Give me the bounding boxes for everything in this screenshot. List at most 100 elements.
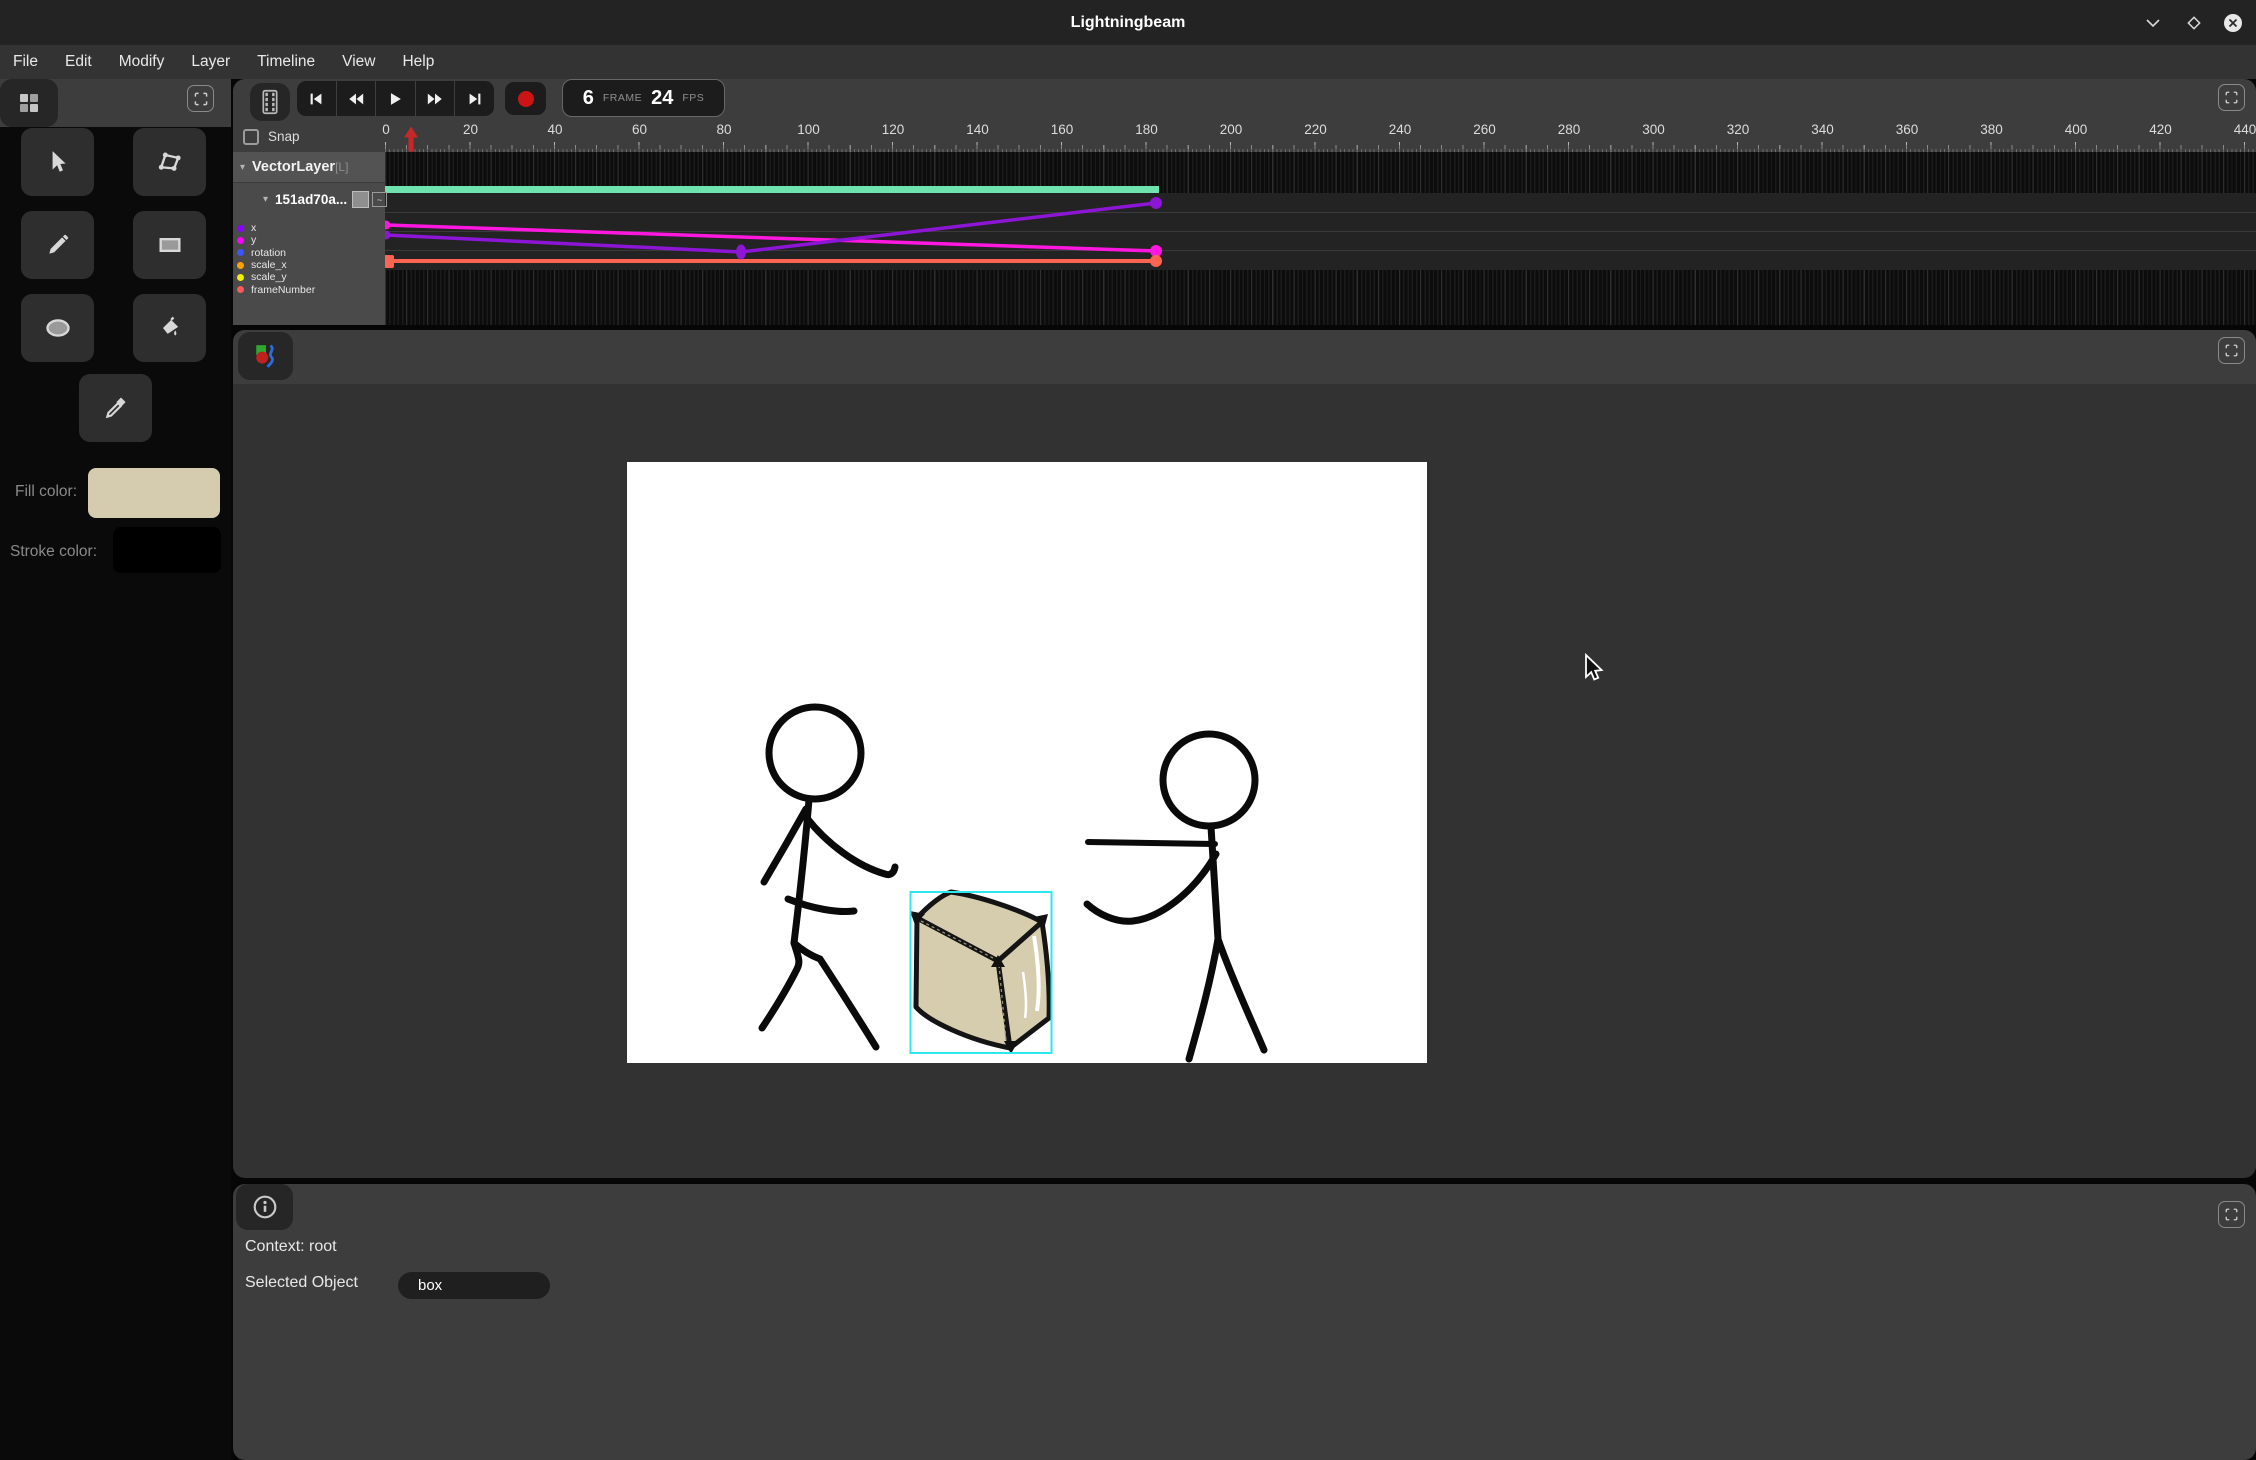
stroke-color-label: Stroke color: — [10, 543, 97, 561]
ruler-tick-label: 280 — [1558, 122, 1581, 137]
menu-modify[interactable]: Modify — [119, 53, 165, 71]
ruler-tick-label: 320 — [1727, 122, 1750, 137]
expand-icon — [2224, 343, 2239, 358]
playhead[interactable] — [401, 125, 421, 153]
inspector-expand-button[interactable] — [2218, 1201, 2245, 1228]
paint-bucket-icon — [156, 314, 184, 342]
stage-mode-button[interactable] — [238, 332, 293, 380]
grid-icon — [17, 91, 41, 115]
context-text: Context: root — [245, 1238, 337, 1256]
frame-fps-control: 6 FRAME 24 FPS — [562, 79, 725, 117]
property-row-x[interactable]: x — [233, 222, 385, 234]
layer-suffix: [L] — [335, 160, 348, 174]
property-name: rotation — [251, 247, 286, 259]
play-button[interactable] — [376, 81, 416, 116]
keyframe-dot[interactable] — [385, 221, 391, 230]
ruler-tick-label: 160 — [1051, 122, 1074, 137]
app-window: Lightningbeam File Edit Modify Layer Tim… — [0, 0, 2256, 1460]
property-color-dot — [237, 262, 244, 269]
stage-expand-button[interactable] — [2218, 337, 2245, 364]
property-row-frameNumber[interactable]: frameNumber — [233, 284, 385, 296]
fast-forward-button[interactable] — [416, 81, 456, 116]
ruler-tick-label: 340 — [1811, 122, 1834, 137]
property-row-scale-x[interactable]: scale_x — [233, 259, 385, 271]
keyframe-dot[interactable] — [385, 231, 391, 240]
skip-start-icon — [307, 90, 325, 108]
collapse-triangle-icon[interactable]: ▾ — [240, 162, 245, 173]
close-button[interactable] — [2219, 9, 2246, 36]
tool-eyedropper[interactable] — [79, 374, 152, 442]
fill-color-swatch[interactable] — [88, 468, 220, 518]
expand-icon — [193, 91, 209, 107]
film-button[interactable] — [250, 83, 290, 121]
panel-grid-button[interactable] — [0, 79, 58, 127]
collapse-triangle-icon[interactable]: ▾ — [263, 194, 268, 205]
minimize-button[interactable] — [2139, 9, 2166, 36]
ruler-tick-label: 60 — [632, 122, 647, 137]
property-color-dot — [237, 274, 244, 281]
pencil-icon — [45, 232, 71, 258]
stroke-color-swatch[interactable] — [113, 527, 221, 573]
tool-paint-bucket[interactable] — [133, 294, 206, 362]
box-object[interactable] — [910, 892, 1052, 1054]
stage-header — [233, 330, 2256, 384]
play-icon — [386, 90, 404, 108]
menu-help[interactable]: Help — [402, 53, 434, 71]
property-row-scale-y[interactable]: scale_y — [233, 271, 385, 283]
menu-view[interactable]: View — [342, 53, 375, 71]
keyframe-dot[interactable] — [736, 245, 746, 260]
skip-to-start-button[interactable] — [297, 81, 337, 116]
menu-layer[interactable]: Layer — [191, 53, 230, 71]
maximize-button[interactable] — [2180, 9, 2207, 36]
snap-checkbox[interactable] — [243, 129, 259, 145]
keyframe-box-button[interactable] — [353, 192, 368, 207]
property-name: frameNumber — [251, 284, 315, 296]
snap-row: Snap — [233, 121, 385, 152]
window-title: Lightningbeam — [0, 0, 2256, 45]
ruler-tick-label: 360 — [1896, 122, 1919, 137]
menu-file[interactable]: File — [13, 53, 38, 71]
tween-toggle-button[interactable]: ~ — [372, 192, 387, 207]
layer-row-vectorlayer[interactable]: ▾ VectorLayer [L] — [233, 152, 385, 183]
rewind-button[interactable] — [337, 81, 377, 116]
stick-figure-right[interactable] — [1087, 734, 1264, 1059]
selected-object-field[interactable]: box — [398, 1272, 550, 1299]
keyframe-dot[interactable] — [1150, 255, 1162, 267]
keyframe-dot[interactable] — [1150, 197, 1162, 209]
object-row[interactable]: ▾ 151ad70a... ~ — [233, 183, 385, 216]
fps-value[interactable]: 24 — [651, 87, 673, 110]
menu-bar: File Edit Modify Layer Timeline View Hel… — [0, 45, 2256, 79]
rewind-icon — [346, 90, 366, 108]
info-button[interactable] — [236, 1184, 293, 1230]
ruler-tick-label: 260 — [1473, 122, 1496, 137]
record-button[interactable] — [505, 82, 546, 115]
fast-forward-icon — [425, 90, 445, 108]
stick-figure-left[interactable] — [762, 707, 895, 1047]
property-color-dot — [237, 237, 244, 244]
artboard-drawing — [627, 462, 1427, 1063]
menu-edit[interactable]: Edit — [65, 53, 92, 71]
menu-timeline[interactable]: Timeline — [257, 53, 315, 71]
ruler-tick-label: 40 — [547, 122, 562, 137]
layer-list: ▾ VectorLayer [L] ▾ 151ad70a... ~ x y ro… — [233, 152, 385, 325]
property-name: x — [251, 222, 256, 234]
property-row-rotation[interactable]: rotation — [233, 247, 385, 259]
skip-to-end-button[interactable] — [455, 81, 494, 116]
timeline-expand-button[interactable] — [2218, 84, 2245, 111]
property-row-y[interactable]: y — [233, 234, 385, 246]
ruler-tick-label: 80 — [716, 122, 731, 137]
tool-pencil[interactable] — [21, 211, 94, 279]
tool-transform[interactable] — [133, 128, 206, 196]
tool-ellipse[interactable] — [21, 294, 94, 362]
layer-name: VectorLayer — [252, 159, 335, 175]
property-color-dot — [237, 225, 244, 232]
animation-curves[interactable] — [385, 152, 2256, 325]
tool-select[interactable] — [21, 128, 94, 196]
frame-value[interactable]: 6 — [583, 87, 594, 110]
close-circle-icon — [2223, 13, 2243, 33]
tool-rectangle[interactable] — [133, 211, 206, 279]
snap-label: Snap — [268, 129, 300, 144]
artboard[interactable] — [627, 462, 1427, 1063]
sidebar-expand-button[interactable] — [187, 85, 214, 112]
keyframe-square[interactable] — [385, 255, 394, 268]
